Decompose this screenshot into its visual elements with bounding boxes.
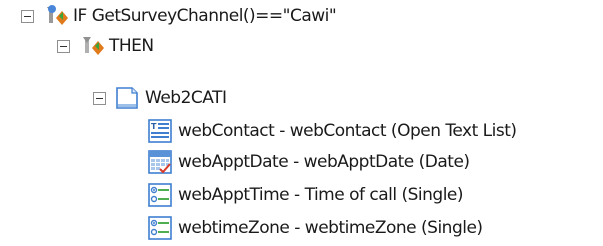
tree-node-label: IF GetSurveyChannel()=="Cawi" bbox=[73, 6, 337, 26]
single-choice-icon bbox=[148, 216, 172, 240]
questionnaire-tree: IF GetSurveyChannel()=="Cawi" THEN Web2C… bbox=[0, 0, 603, 246]
collapse-toggle-icon[interactable] bbox=[21, 9, 34, 23]
tree-node-question[interactable]: webtimeZone - webtimeZone (Single) bbox=[148, 213, 483, 243]
condition-if-icon bbox=[47, 5, 68, 25]
tree-node-question[interactable]: webApptTime - Time of call (Single) bbox=[148, 180, 464, 210]
tree-node-label: Web2CATI bbox=[145, 88, 227, 108]
date-question-icon bbox=[148, 150, 172, 174]
single-choice-icon bbox=[148, 183, 172, 207]
tree-node-label: webtimeZone - webtimeZone (Single) bbox=[178, 218, 483, 238]
collapse-toggle-icon[interactable] bbox=[57, 39, 70, 53]
tree-node-block[interactable]: Web2CATI bbox=[93, 83, 227, 113]
tree-node-question[interactable]: T webContact - webContact (Open Text Lis… bbox=[148, 116, 517, 146]
tree-node-label: webApptTime - Time of call (Single) bbox=[178, 185, 464, 205]
condition-then-icon bbox=[83, 37, 104, 55]
block-page-icon bbox=[116, 87, 138, 109]
svg-text:T: T bbox=[151, 122, 157, 131]
tree-node-question[interactable]: webApptDate - webApptDate (Date) bbox=[148, 147, 470, 177]
tree-node-if[interactable]: IF GetSurveyChannel()=="Cawi" bbox=[21, 1, 337, 31]
tree-node-label: THEN bbox=[109, 36, 154, 56]
tree-node-label: webContact - webContact (Open Text List) bbox=[178, 121, 517, 141]
collapse-toggle-icon[interactable] bbox=[93, 91, 106, 105]
tree-node-then[interactable]: THEN bbox=[57, 31, 154, 61]
open-text-list-icon: T bbox=[148, 119, 172, 143]
tree-node-label: webApptDate - webApptDate (Date) bbox=[178, 152, 470, 172]
